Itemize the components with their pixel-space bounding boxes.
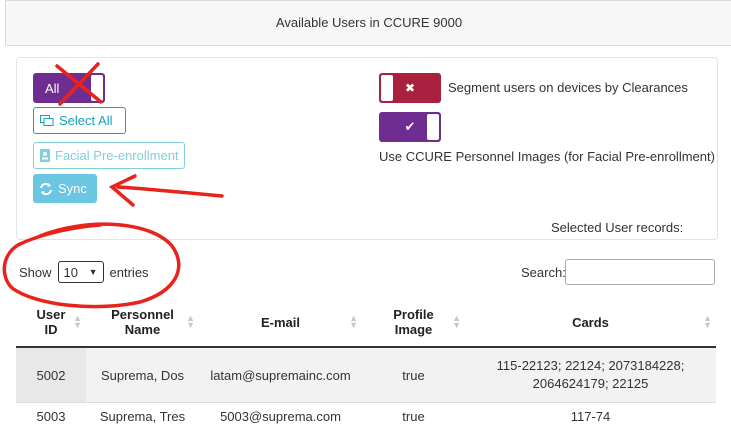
sync-button[interactable]: Sync <box>33 174 97 203</box>
facial-preenrollment-label: Facial Pre-enrollment <box>55 148 179 163</box>
check-icon: ✔ <box>405 119 416 135</box>
cell-personnel-name: Suprema, Dos <box>86 347 199 403</box>
cell-profile-image: true <box>362 403 465 436</box>
segment-clearances-toggle[interactable]: ✖ <box>379 73 441 103</box>
x-icon: ✖ <box>405 81 415 95</box>
toggle-knob <box>91 75 103 101</box>
column-header-personnel-name[interactable]: Personnel Name ▲▼ <box>86 298 199 347</box>
sort-icon: ▲▼ <box>73 315 82 329</box>
page-header: Available Users in CCURE 9000 <box>5 0 731 46</box>
column-header-cards[interactable]: Cards ▲▼ <box>465 298 716 347</box>
toggle-knob <box>427 114 439 140</box>
length-menu: Show 10 ▼ entries <box>19 261 149 283</box>
cell-cards: 115-22123; 22124; 2073184228; 2064624179… <box>465 347 716 403</box>
ccure-images-toggle[interactable]: ✔ <box>379 112 441 142</box>
toggle-knob <box>381 75 393 101</box>
cell-user-id: 5003 <box>16 403 86 436</box>
all-toggle[interactable]: All <box>33 73 105 103</box>
column-header-email[interactable]: E-mail ▲▼ <box>199 298 362 347</box>
page-title: Available Users in CCURE 9000 <box>276 15 462 30</box>
cell-email: 5003@suprema.com <box>199 403 362 436</box>
all-toggle-label: All <box>45 81 59 96</box>
table-row[interactable]: 5002 Suprema, Dos latam@supremainc.com t… <box>16 347 716 403</box>
sync-icon <box>39 182 53 196</box>
sort-icon: ▲▼ <box>186 315 195 329</box>
id-card-icon <box>40 149 50 162</box>
search-input[interactable] <box>565 259 715 285</box>
cell-personnel-name: Suprema, Tres <box>86 403 199 436</box>
users-table: User ID ▲▼ Personnel Name ▲▼ E-mail ▲▼ P… <box>16 298 716 436</box>
chevron-down-icon: ▼ <box>89 267 98 277</box>
cell-user-id: 5002 <box>16 347 86 403</box>
sort-icon: ▲▼ <box>703 315 712 329</box>
show-label: Show <box>19 265 52 280</box>
sort-icon: ▲▼ <box>349 315 358 329</box>
cell-email: latam@supremainc.com <box>199 347 362 403</box>
facial-preenrollment-button[interactable]: Facial Pre-enrollment <box>33 142 185 169</box>
cell-profile-image: true <box>362 347 465 403</box>
page-length-value: 10 <box>64 265 78 280</box>
select-all-button[interactable]: Select All <box>33 107 126 134</box>
sync-label: Sync <box>58 181 87 196</box>
sort-icon: ▲▼ <box>452 315 461 329</box>
ccure-images-label: Use CCURE Personnel Images (for Facial P… <box>379 149 715 164</box>
entries-label: entries <box>110 265 149 280</box>
select-all-label: Select All <box>59 113 112 128</box>
selected-records-label: Selected User records: <box>551 220 683 235</box>
column-header-user-id[interactable]: User ID ▲▼ <box>16 298 86 347</box>
search-label: Search: <box>521 265 566 280</box>
segment-clearances-label: Segment users on devices by Clearances <box>448 80 688 95</box>
column-header-profile-image[interactable]: Profile Image ▲▼ <box>362 298 465 347</box>
table-row[interactable]: 5003 Suprema, Tres 5003@suprema.com true… <box>16 403 716 436</box>
page-length-select[interactable]: 10 ▼ <box>58 261 104 283</box>
cell-cards: 117-74 <box>465 403 716 436</box>
select-all-icon <box>40 115 54 127</box>
